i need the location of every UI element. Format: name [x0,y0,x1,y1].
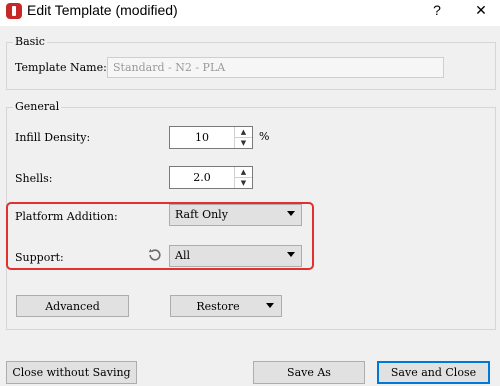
window-title: Edit Template (modified) [27,2,178,18]
infill-density-label: Infill Density: [15,131,91,144]
general-group-legend: General [13,100,62,113]
app-logo-icon [6,3,22,19]
close-icon[interactable]: ✕ [474,2,488,19]
infill-unit-label: % [259,130,270,143]
infill-down-icon[interactable]: ▼ [235,138,252,148]
infill-density-stepper[interactable]: 10 ▲ ▼ [169,126,253,149]
reset-icon[interactable] [147,247,163,263]
template-name-label: Template Name: [15,61,107,74]
basic-group-legend: Basic [13,35,47,48]
infill-up-icon[interactable]: ▲ [235,127,252,138]
platform-addition-select[interactable]: Raft Only [169,204,302,226]
save-and-close-button[interactable]: Save and Close [377,361,490,384]
platform-chevron-down-icon [287,211,295,216]
shells-value[interactable]: 2.0 [170,167,234,188]
shells-stepper[interactable]: 2.0 ▲ ▼ [169,166,253,189]
advanced-button[interactable]: Advanced [16,295,129,317]
shells-up-icon[interactable]: ▲ [235,167,252,178]
shells-label: Shells: [15,172,53,185]
title-bar: Edit Template (modified) ? ✕ [0,0,500,26]
platform-addition-label: Platform Addition: [15,210,118,223]
shells-spin-buttons: ▲ ▼ [234,167,252,188]
support-value: All [175,249,190,262]
close-without-saving-button[interactable]: Close without Saving [6,361,137,384]
save-as-button[interactable]: Save As [253,361,365,384]
restore-button[interactable]: Restore [170,295,282,317]
restore-button-label: Restore [196,299,240,313]
platform-addition-value: Raft Only [175,208,228,221]
restore-chevron-down-icon [266,303,274,308]
template-name-field[interactable]: Standard - N2 - PLA [107,57,444,78]
infill-spin-buttons: ▲ ▼ [234,127,252,148]
infill-density-value[interactable]: 10 [170,127,234,148]
support-label: Support: [15,251,64,264]
support-chevron-down-icon [287,252,295,257]
help-button[interactable]: ? [430,2,444,18]
support-select[interactable]: All [169,245,302,267]
shells-down-icon[interactable]: ▼ [235,178,252,188]
